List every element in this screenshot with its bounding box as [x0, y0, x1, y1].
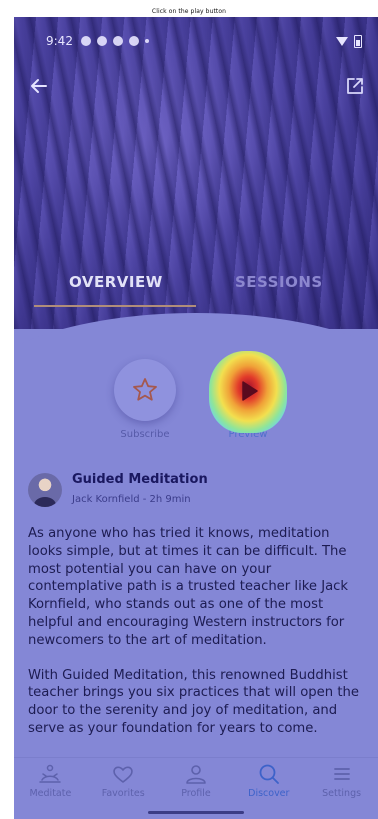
- star-icon: [133, 378, 157, 401]
- app-icon: [112, 36, 123, 46]
- nav-label: Discover: [248, 788, 290, 799]
- wifi-icon: [336, 36, 348, 46]
- home-indicator[interactable]: [148, 811, 244, 814]
- status-bar: 9:42: [46, 33, 362, 49]
- nav-settings[interactable]: Settings: [305, 758, 378, 819]
- avatar: [28, 473, 62, 507]
- battery-icon: [354, 34, 362, 48]
- tab-overview[interactable]: OVERVIEW: [69, 273, 163, 291]
- person-icon: [186, 765, 206, 784]
- tab-sessions[interactable]: SESSIONS: [235, 273, 323, 291]
- notification-icon: [96, 36, 107, 46]
- tab-underline: [34, 305, 196, 307]
- nav-profile[interactable]: Profile: [160, 758, 233, 819]
- description-paragraph: As anyone who has tried it knows, medita…: [28, 526, 349, 648]
- subscribe-label: Subscribe: [120, 429, 170, 440]
- nav-label: Settings: [322, 788, 362, 799]
- instruction-text: Click on the play button: [151, 8, 227, 15]
- nav-label: Favorites: [101, 788, 145, 799]
- menu-icon: [333, 768, 350, 780]
- phone-screen: 9:42 OVERVIEW SESSIONS Subscribe Preview…: [14, 17, 378, 819]
- tab-bar: OVERVIEW SESSIONS: [34, 273, 364, 313]
- preview-button[interactable]: Preview: [209, 351, 287, 440]
- dot-icon: [144, 39, 149, 43]
- nav-meditate[interactable]: Meditate: [14, 758, 87, 819]
- status-time: 9:42: [46, 34, 73, 48]
- snapchat-icon: [80, 36, 91, 46]
- author-section: Guided Meditation Jack Kornfield - 2h 9m…: [28, 472, 368, 512]
- meditate-icon: [39, 764, 62, 783]
- back-arrow-icon[interactable]: [28, 75, 50, 97]
- pinterest-icon: [128, 36, 139, 46]
- share-icon[interactable]: [344, 75, 366, 97]
- search-icon: [259, 764, 279, 784]
- nav-favorites[interactable]: Favorites: [87, 758, 160, 819]
- play-button[interactable]: [209, 351, 287, 433]
- course-title: Guided Meditation: [72, 472, 208, 487]
- subscribe-button[interactable]: Subscribe: [113, 359, 177, 440]
- bottom-navigation: Meditate Favorites Profile Discover Sett…: [14, 757, 378, 819]
- description-paragraph: With Guided Meditation, this renowned Bu…: [28, 667, 359, 736]
- course-description: As anyone who has tried it knows, medita…: [28, 525, 364, 755]
- play-icon: [242, 381, 258, 401]
- nav-label: Profile: [181, 788, 211, 799]
- heart-icon: [113, 766, 133, 783]
- nav-label: Meditate: [29, 788, 72, 799]
- status-right: [336, 34, 362, 48]
- course-meta: Jack Kornfield - 2h 9min: [72, 494, 191, 505]
- nav-discover[interactable]: Discover: [232, 758, 305, 819]
- subscribe-circle[interactable]: [114, 359, 176, 421]
